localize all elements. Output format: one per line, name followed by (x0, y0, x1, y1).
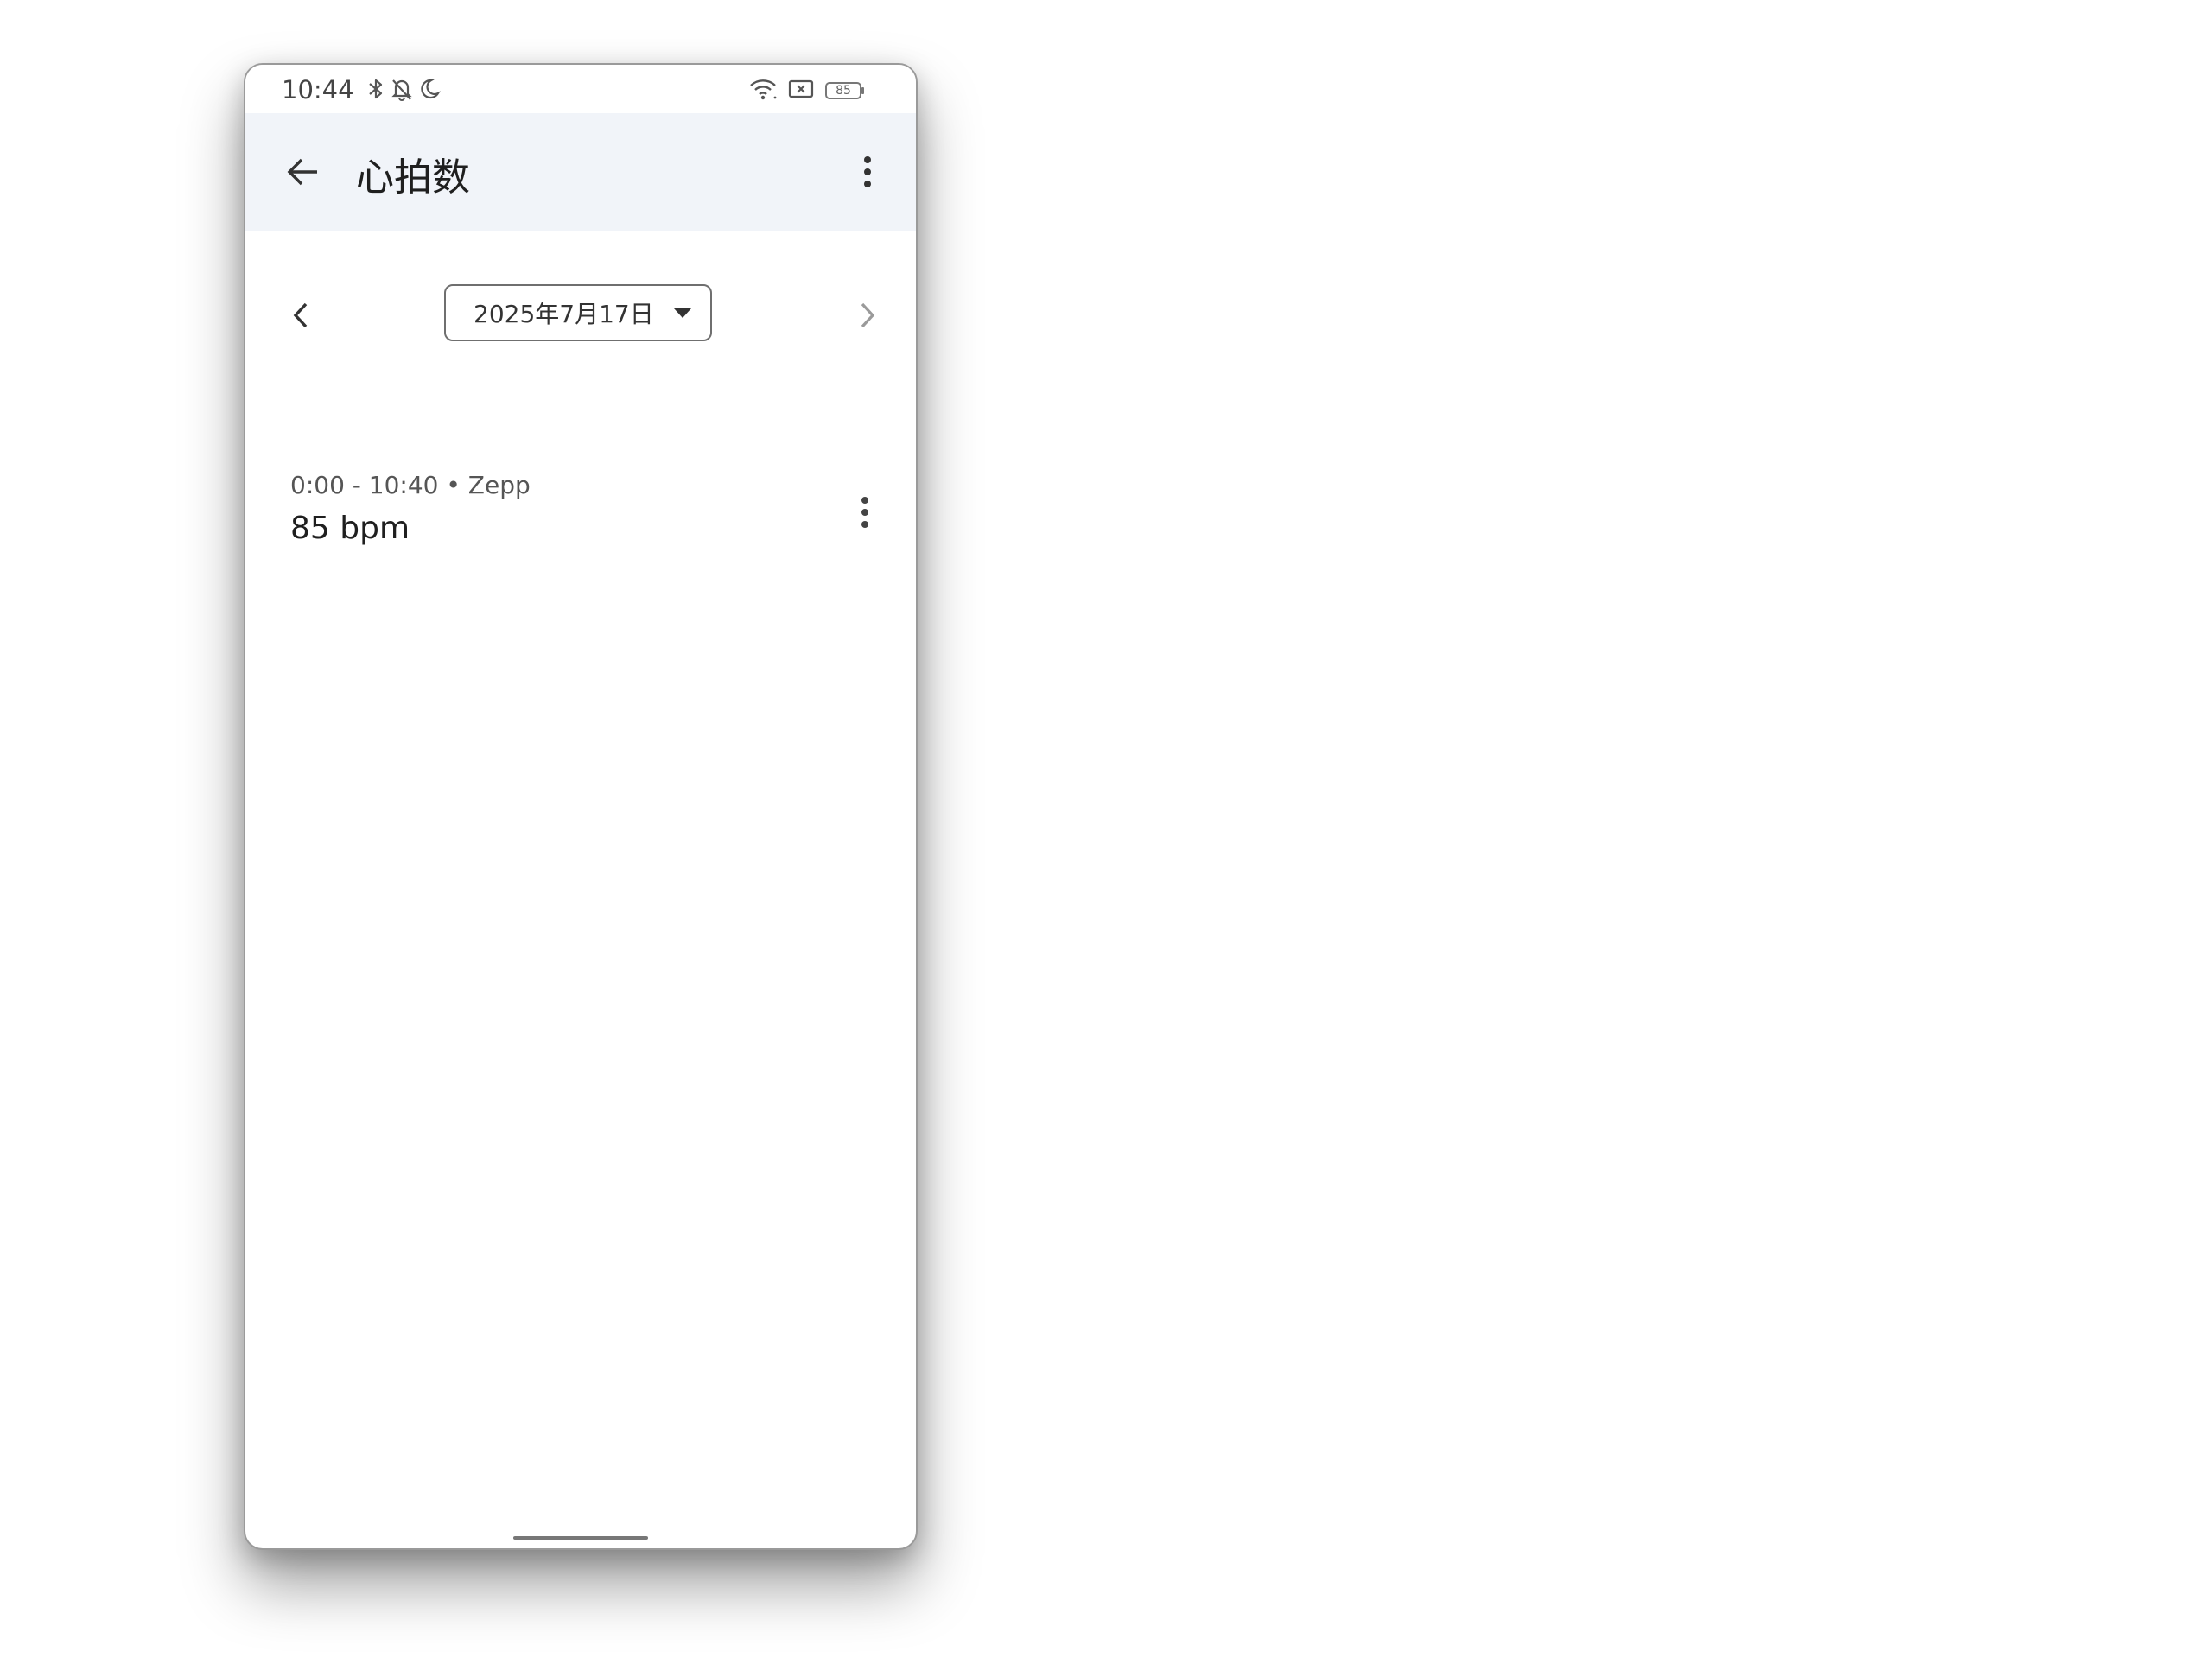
date-navigation: 2025年7月17日 (245, 284, 916, 346)
selected-date: 2025年7月17日 (474, 300, 654, 328)
next-day-button[interactable] (843, 291, 892, 340)
chevron-right-icon (861, 302, 875, 328)
status-time: 10:44 (282, 75, 354, 105)
arrow-left-icon (287, 158, 317, 186)
status-icons-left (366, 77, 441, 105)
battery-icon: 85 (824, 79, 866, 102)
back-button[interactable] (278, 148, 327, 196)
record-heart-rate: 85 bpm (290, 511, 410, 546)
app-bar: 心拍数 (245, 113, 916, 231)
more-options-button[interactable] (843, 148, 892, 196)
status-bar: 10:44 85 (245, 65, 916, 113)
record-time-source: 0:00 - 10:40 • Zepp (290, 471, 531, 499)
moon-icon (418, 77, 441, 105)
caret-down-icon (674, 308, 691, 318)
list-item[interactable]: 0:00 - 10:40 • Zepp 85 bpm (245, 471, 916, 566)
chevron-left-icon (293, 302, 308, 328)
wifi-icon (748, 77, 778, 105)
page-title: 心拍数 (356, 156, 470, 200)
home-indicator[interactable] (513, 1536, 648, 1540)
bluetooth-icon (366, 77, 385, 105)
status-icons-right: 85 (748, 77, 866, 105)
phone-screen: 10:44 85 心拍数 2025年7月17日 0:00 - 10:40 • Z… (244, 63, 918, 1550)
battery-level-label: 85 (836, 84, 851, 98)
previous-day-button[interactable] (276, 291, 325, 340)
more-vert-icon (864, 156, 871, 187)
record-more-options-button[interactable] (843, 488, 887, 537)
screen-cast-icon (788, 78, 814, 104)
more-vert-icon (861, 497, 868, 528)
bell-off-icon (391, 77, 413, 105)
date-picker-dropdown[interactable]: 2025年7月17日 (444, 284, 712, 341)
